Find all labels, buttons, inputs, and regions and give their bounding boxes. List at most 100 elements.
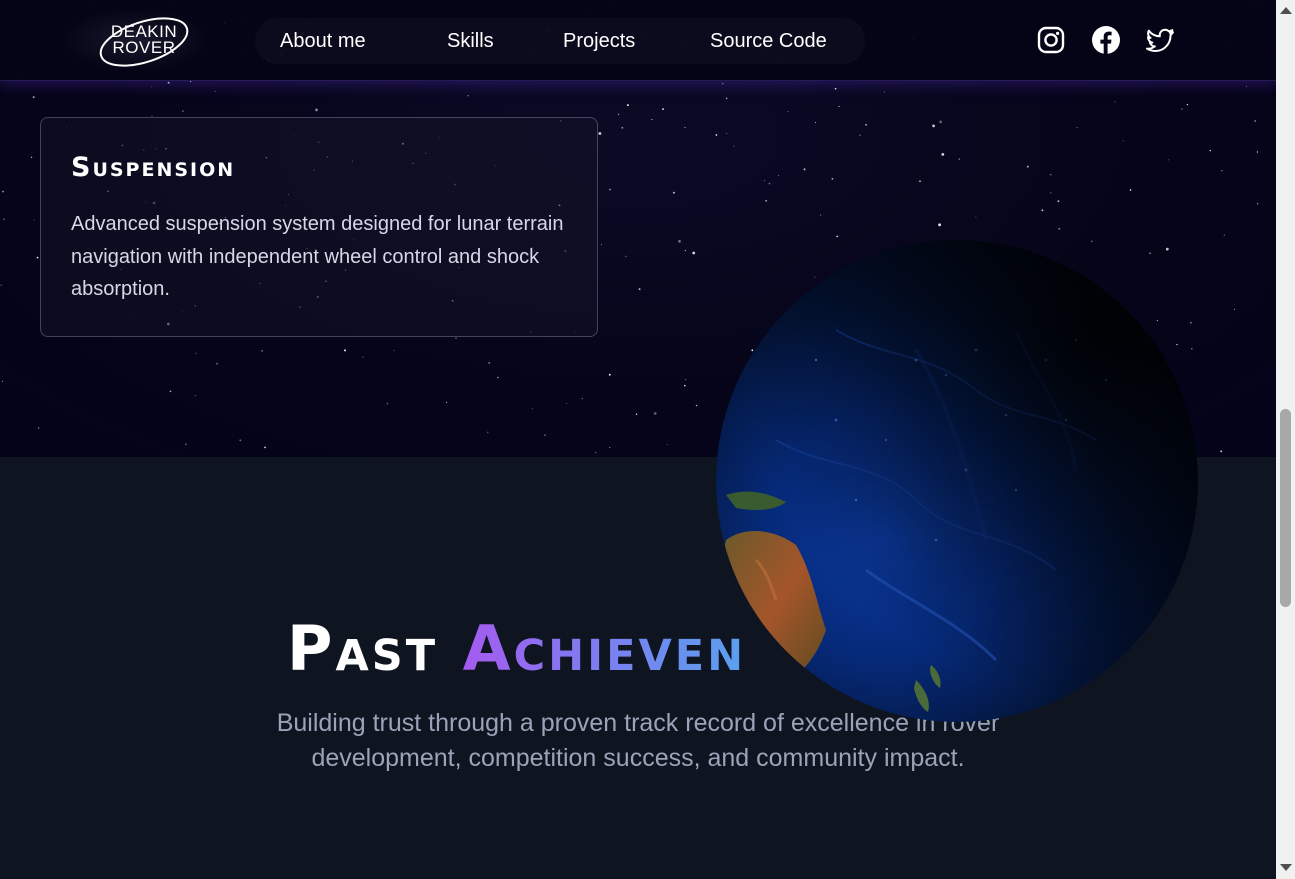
scroll-up-arrow-icon[interactable]: [1280, 7, 1292, 14]
star: [684, 384, 686, 387]
star: [150, 86, 152, 88]
star: [455, 337, 457, 339]
star: [1, 380, 3, 382]
star: [1026, 165, 1029, 168]
star: [315, 108, 318, 112]
star: [264, 446, 266, 449]
star: [1220, 450, 1223, 453]
star: [1233, 308, 1235, 310]
scrollbar-thumb[interactable]: [1280, 409, 1291, 607]
star: [598, 132, 602, 135]
nav-link-skills[interactable]: Skills: [447, 28, 494, 54]
card-description: Advanced suspension system designed for …: [71, 213, 564, 300]
star: [544, 434, 546, 437]
star: [859, 134, 861, 136]
star: [1254, 120, 1257, 122]
star: [684, 379, 686, 381]
star: [1221, 169, 1223, 172]
star: [975, 216, 977, 218]
star: [651, 118, 653, 121]
deakin-rover-logo[interactable]: DEAKIN ROVER: [96, 12, 192, 70]
star: [1050, 192, 1052, 194]
star: [609, 188, 611, 191]
star: [1041, 209, 1044, 212]
star: [1057, 200, 1060, 203]
star: [692, 251, 696, 255]
star: [33, 219, 35, 221]
star: [344, 349, 346, 352]
star: [497, 376, 499, 379]
star: [566, 402, 567, 404]
facebook-icon[interactable]: [1091, 25, 1121, 55]
card-title: Suspension: [71, 152, 236, 183]
nav-link-source-code[interactable]: Source Code: [710, 28, 827, 54]
instagram-icon[interactable]: [1036, 25, 1066, 55]
star: [214, 90, 216, 93]
star: [667, 443, 668, 445]
star: [595, 452, 597, 454]
star: [1076, 127, 1078, 129]
star: [621, 126, 624, 129]
earth-globe-image: [716, 240, 1198, 722]
star: [1050, 174, 1052, 176]
star: [487, 431, 489, 433]
nav-link-about-me[interactable]: About me: [280, 28, 366, 54]
star: [932, 124, 935, 128]
star: [733, 145, 735, 147]
star: [185, 443, 187, 446]
star: [1256, 151, 1259, 153]
star: [1129, 189, 1132, 191]
star: [1256, 202, 1259, 205]
star: [601, 244, 602, 246]
nav-link-projects[interactable]: Projects: [563, 28, 635, 54]
star: [446, 401, 448, 403]
star: [653, 412, 657, 415]
heading-word-achievements: Achieven: [462, 612, 747, 685]
heading-word-past: Past: [287, 612, 439, 685]
star: [1186, 103, 1189, 106]
page-viewport: Suspension Advanced suspension system de…: [0, 0, 1276, 879]
star: [722, 83, 724, 85]
star: [239, 439, 242, 442]
star: [958, 158, 960, 160]
star: [819, 214, 822, 216]
star: [834, 87, 837, 90]
star: [883, 91, 885, 93]
star: [531, 408, 533, 410]
star: [678, 239, 681, 243]
star: [838, 105, 840, 107]
star: [32, 96, 35, 99]
star: [167, 81, 170, 84]
star: [169, 390, 172, 393]
star: [1058, 227, 1061, 230]
star: [216, 363, 218, 365]
star: [31, 156, 33, 158]
star: [1181, 108, 1183, 110]
star: [467, 95, 469, 97]
star: [939, 120, 943, 124]
page-scrollbar[interactable]: [1276, 0, 1295, 879]
star: [695, 404, 698, 407]
star: [37, 427, 40, 429]
star: [0, 284, 2, 286]
twitter-icon[interactable]: [1146, 25, 1176, 55]
star: [764, 180, 766, 182]
star: [919, 180, 921, 183]
star: [194, 394, 197, 397]
star: [815, 122, 817, 123]
star: [617, 113, 620, 116]
star: [836, 235, 838, 238]
star: [393, 350, 395, 352]
star: [626, 104, 629, 107]
scroll-down-arrow-icon[interactable]: [1280, 864, 1292, 871]
star: [638, 288, 641, 291]
star: [726, 132, 728, 134]
star: [725, 97, 728, 100]
star: [1245, 86, 1248, 88]
star: [1223, 234, 1225, 236]
star: [715, 134, 718, 136]
star: [787, 111, 789, 112]
logo-line-2: ROVER: [113, 38, 176, 57]
top-navbar: DEAKIN ROVER About me Skills Projects So…: [0, 0, 1276, 81]
star: [195, 352, 197, 354]
